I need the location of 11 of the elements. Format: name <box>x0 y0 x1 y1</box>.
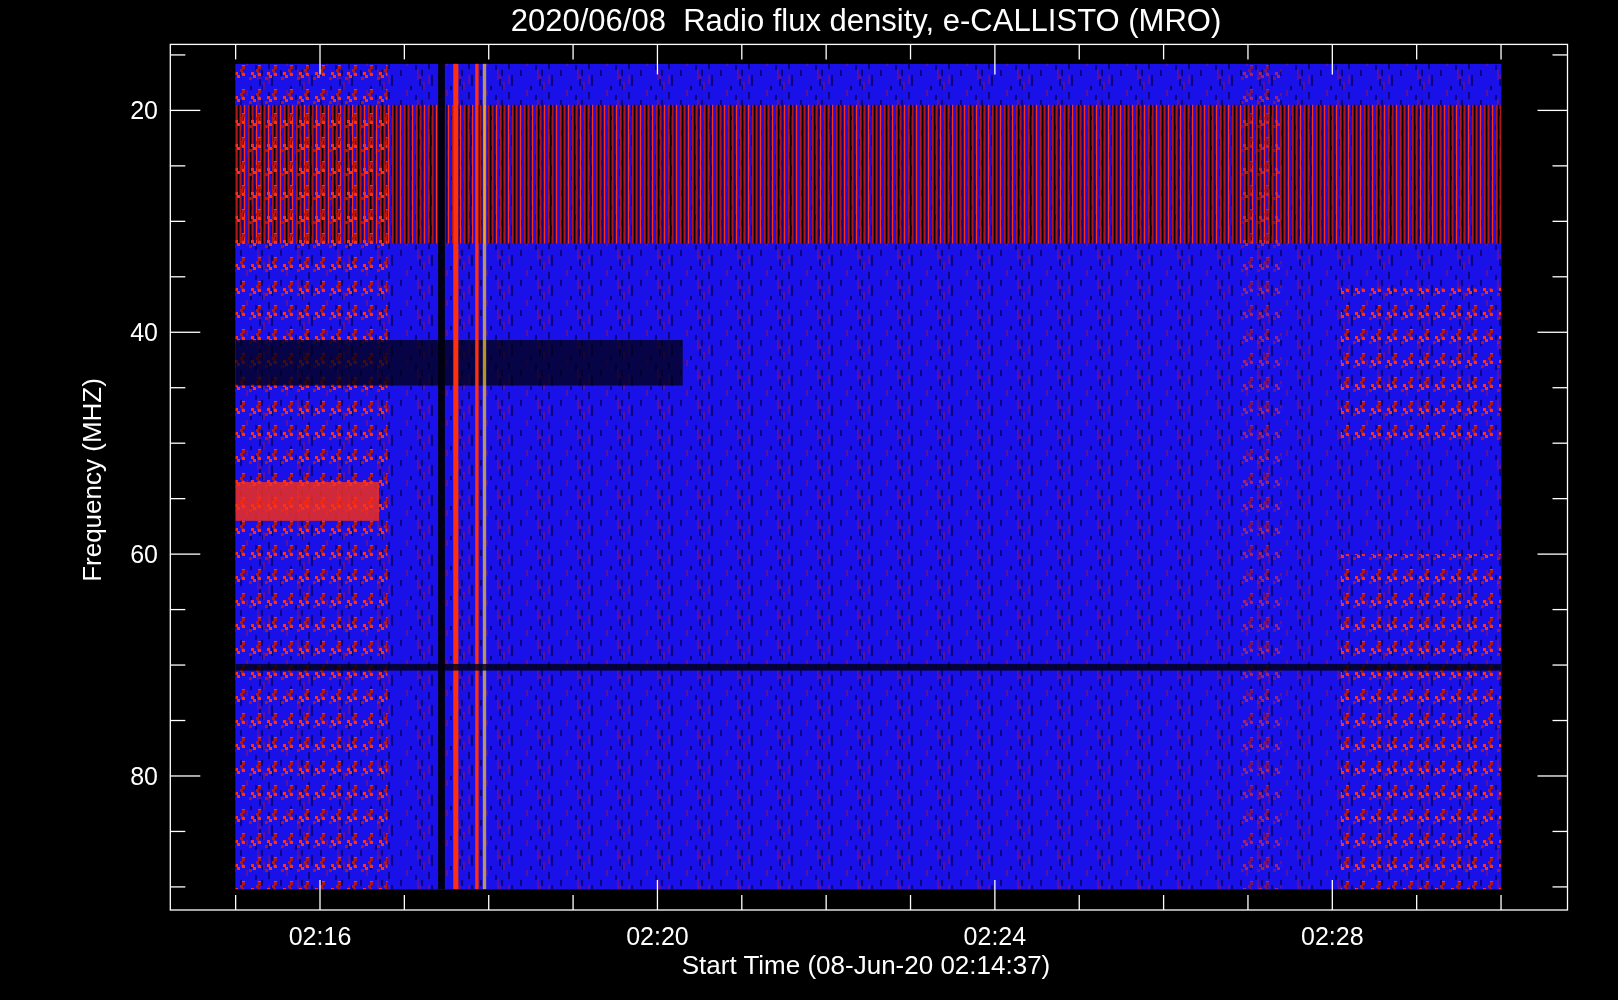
y-tick-label: 20 <box>130 96 158 125</box>
x-tick-label: 02:24 <box>963 922 1027 950</box>
x-tick-label: 02:16 <box>288 922 352 950</box>
y-tick-label: 80 <box>130 762 158 790</box>
x-axis-label: Start Time (08-Jun-20 02:14:37) <box>681 950 1051 980</box>
x-tick-label: 02:20 <box>626 922 689 950</box>
chart-title: 2020/06/08 Radio flux density, e-CALLISTO (MRO) <box>510 3 1222 38</box>
y-tick-label: 40 <box>130 318 158 347</box>
x-tick-label: 02:28 <box>1301 922 1364 950</box>
y-axis-label: Frequency (MHZ) <box>77 378 107 582</box>
y-tick-label: 60 <box>130 540 158 569</box>
